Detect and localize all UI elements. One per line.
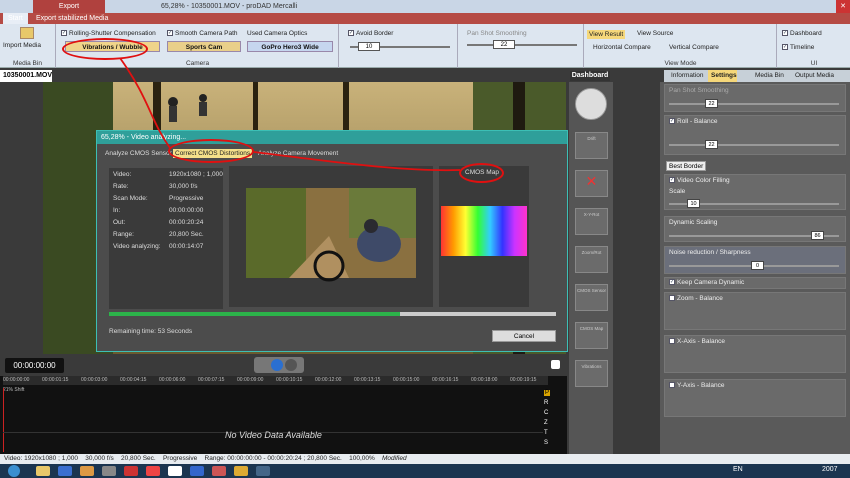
annotation-arrows [119,57,461,172]
